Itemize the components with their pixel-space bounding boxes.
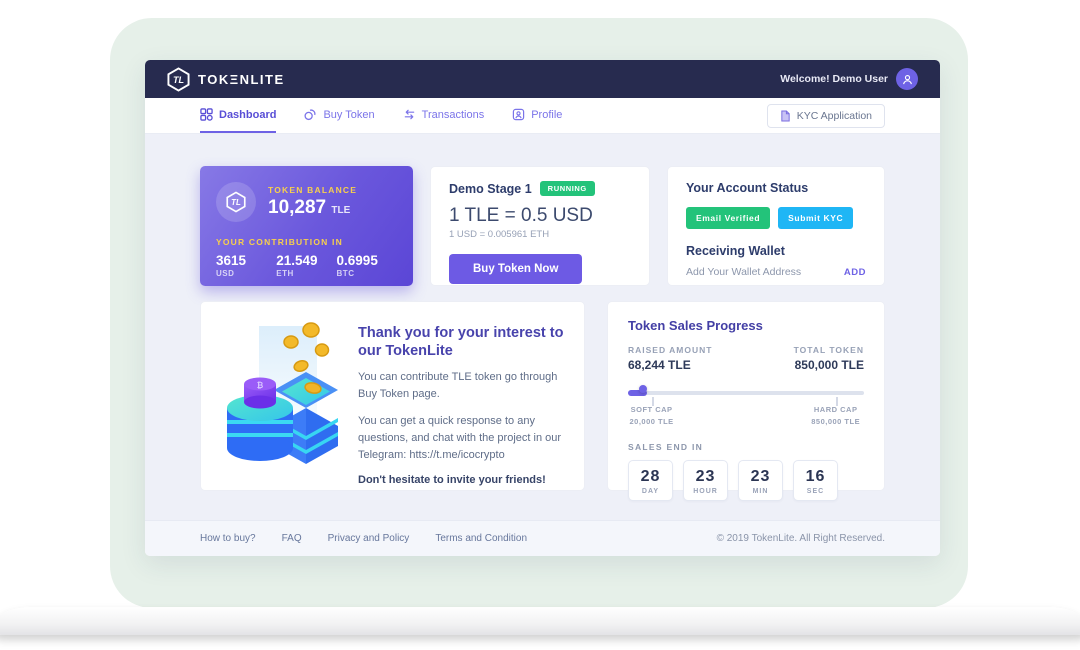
user-avatar[interactable] xyxy=(896,68,918,90)
token-balance-label: TOKEN BALANCE xyxy=(268,185,357,195)
add-wallet-link[interactable]: ADD xyxy=(844,267,866,278)
total-token-value: 850,000 TLE xyxy=(794,358,864,372)
countdown-hours: 23 HOUR xyxy=(683,460,728,501)
nav-item-profile[interactable]: Profile xyxy=(512,98,562,133)
receiving-wallet-title: Receiving Wallet xyxy=(686,244,866,258)
soft-cap-labels: SOFT CAP 20,000 TLE xyxy=(629,404,673,428)
token-balance-card: TL TOKEN BALANCE 10,287 TLE YOUR CONTRIB… xyxy=(200,166,413,286)
main-nav: Dashboard Buy Token Transactions xyxy=(145,98,940,134)
user-icon xyxy=(901,73,914,86)
progress-track xyxy=(628,391,864,395)
contribution-label: YOUR CONTRIBUTION IN xyxy=(216,237,397,247)
token-balance-unit: TLE xyxy=(331,205,350,216)
countdown: 28 DAY 23 HOUR 23 MIN 16 xyxy=(628,460,864,501)
footer: How to buy? FAQ Privacy and Policy Terms… xyxy=(145,520,940,556)
countdown-minutes: 23 MIN xyxy=(738,460,783,501)
dashboard-icon xyxy=(200,108,213,121)
nav-item-buy-token[interactable]: Buy Token xyxy=(304,98,374,133)
footer-link-faq[interactable]: FAQ xyxy=(282,533,302,544)
kyc-application-button[interactable]: KYC Application xyxy=(767,104,885,128)
brand-name: TOKΞNLITE xyxy=(198,72,285,87)
account-status-card: Your Account Status Email Verified Submi… xyxy=(667,166,885,286)
invite-friends-text: Don't hesitate to invite your friends! xyxy=(358,474,564,486)
contribution-usd: 3615 USD xyxy=(216,253,276,278)
copyright-text: © 2019 TokenLite. All Right Reserved. xyxy=(717,533,885,544)
sale-stage-card: Demo Stage 1 RUNNING 1 TLE = 0.5 USD 1 U… xyxy=(430,166,650,286)
nav-item-transactions[interactable]: Transactions xyxy=(403,98,485,133)
laptop-base xyxy=(0,607,1080,635)
hard-cap-labels: HARD CAP 850,000 TLE xyxy=(811,404,860,428)
account-status-title: Your Account Status xyxy=(686,181,866,195)
raised-amount-block: RAISED AMOUNT 68,244 TLE xyxy=(628,345,712,372)
sales-end-label: SALES END IN xyxy=(628,442,864,452)
contribution-eth: 21.549 ETH xyxy=(276,253,336,278)
coins-icon xyxy=(304,108,317,121)
svg-text:TL: TL xyxy=(231,198,241,207)
footer-link-terms[interactable]: Terms and Condition xyxy=(435,533,527,544)
kyc-button-label: KYC Application xyxy=(797,110,872,122)
sales-progress-title: Token Sales Progress xyxy=(628,318,864,333)
page: TL TOKΞNLITE Welcome! Demo User xyxy=(0,0,1080,650)
sales-progress-slider xyxy=(628,384,864,402)
thank-you-title: Thank you for your interest to our Token… xyxy=(358,324,564,360)
token-hexagon-icon: TL xyxy=(226,191,246,213)
thank-you-card: ₿ Thank you for your interest to our Tok… xyxy=(200,301,585,491)
nav-label: Transactions xyxy=(422,109,485,121)
running-status-badge: RUNNING xyxy=(540,181,595,196)
coins-stack-illustration: ₿ xyxy=(221,318,346,473)
welcome-text: Welcome! Demo User xyxy=(780,73,888,85)
countdown-days: 28 DAY xyxy=(628,460,673,501)
raised-amount-value: 68,244 TLE xyxy=(628,358,712,372)
top-header: TL TOKΞNLITE Welcome! Demo User xyxy=(145,60,940,98)
token-rate: 1 TLE = 0.5 USD xyxy=(449,205,631,227)
token-icon-circle: TL xyxy=(216,182,256,222)
nav-label: Profile xyxy=(531,109,562,121)
nav-item-dashboard[interactable]: Dashboard xyxy=(200,98,276,133)
contribution-btc: 0.6995 BTC xyxy=(337,253,397,278)
app-window: TL TOKΞNLITE Welcome! Demo User xyxy=(145,60,940,556)
usd-eth-rate: 1 USD = 0.005961 ETH xyxy=(449,229,631,240)
svg-text:₿: ₿ xyxy=(257,381,264,390)
stage-title: Demo Stage 1 xyxy=(449,182,532,196)
svg-text:TL: TL xyxy=(173,74,185,84)
footer-link-how-to-buy[interactable]: How to buy? xyxy=(200,533,256,544)
content-area: TL TOKEN BALANCE 10,287 TLE YOUR CONTRIB… xyxy=(145,134,940,520)
nav-label: Buy Token xyxy=(323,109,374,121)
kyc-file-icon xyxy=(780,110,791,122)
email-verified-badge[interactable]: Email Verified xyxy=(686,207,770,229)
nav-label: Dashboard xyxy=(219,109,276,121)
total-token-block: TOTAL TOKEN 850,000 TLE xyxy=(794,345,864,372)
token-sales-progress-card: Token Sales Progress RAISED AMOUNT 68,24… xyxy=(607,301,885,491)
submit-kyc-badge[interactable]: Submit KYC xyxy=(778,207,853,229)
progress-handle[interactable] xyxy=(639,385,647,393)
brand[interactable]: TL TOKΞNLITE xyxy=(167,67,285,92)
swap-arrows-icon xyxy=(403,108,416,121)
countdown-seconds: 16 SEC xyxy=(793,460,838,501)
token-balance-amount: 10,287 TLE xyxy=(268,197,357,219)
wallet-hint: Add Your Wallet Address xyxy=(686,266,801,278)
profile-icon xyxy=(512,108,525,121)
footer-link-privacy[interactable]: Privacy and Policy xyxy=(328,533,410,544)
thank-you-paragraph-1: You can contribute TLE token go through … xyxy=(358,369,564,403)
thank-you-paragraph-2: You can get a quick response to any ques… xyxy=(358,413,564,464)
tokenlite-logo-icon: TL xyxy=(167,67,190,92)
buy-token-now-button[interactable]: Buy Token Now xyxy=(449,254,582,284)
